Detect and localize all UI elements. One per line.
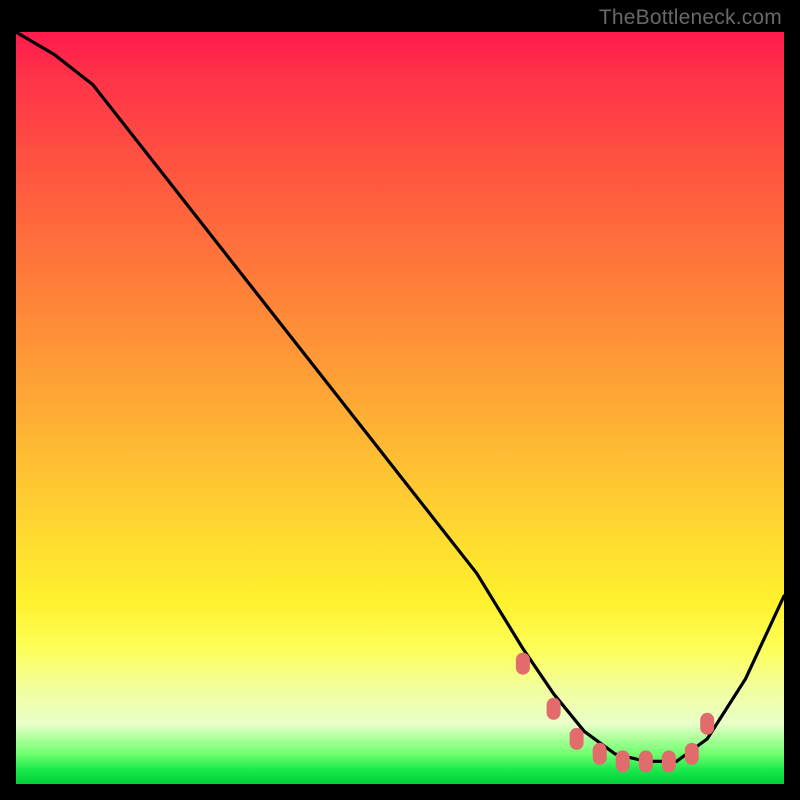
bottleneck-curve-line xyxy=(16,32,784,761)
optimal-marker xyxy=(700,713,714,735)
optimal-marker xyxy=(662,750,676,772)
optimal-marker xyxy=(593,743,607,765)
bottleneck-chart: TheBottleneck.com xyxy=(0,0,800,800)
optimal-marker xyxy=(570,728,584,750)
optimal-marker xyxy=(616,750,630,772)
optimal-marker xyxy=(547,698,561,720)
optimal-marker xyxy=(685,743,699,765)
optimal-marker xyxy=(516,653,530,675)
plot-area xyxy=(16,32,784,784)
curve-layer xyxy=(16,32,784,784)
optimal-marker xyxy=(639,750,653,772)
watermark-text: TheBottleneck.com xyxy=(599,6,782,30)
